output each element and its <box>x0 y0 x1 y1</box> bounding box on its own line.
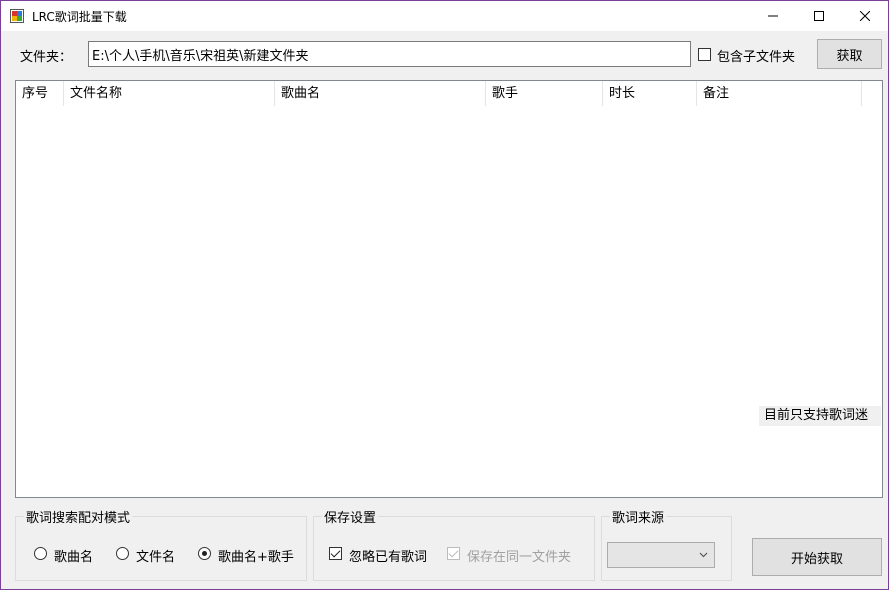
column-header-song[interactable]: 歌曲名 <box>275 81 486 106</box>
title-bar: LRC歌词批量下载 <box>1 1 888 31</box>
main-window: LRC歌词批量下载 文件夹： 包含子文件夹 获取 序号 文件名称 歌曲名 歌手 … <box>0 0 889 590</box>
maximize-button[interactable] <box>796 1 842 31</box>
column-header-duration[interactable]: 时长 <box>603 81 697 106</box>
folder-path-input[interactable] <box>88 41 691 67</box>
ignore-existing-checkbox[interactable] <box>329 547 342 560</box>
window-title: LRC歌词批量下载 <box>32 10 127 24</box>
app-icon <box>10 9 24 23</box>
close-icon <box>860 11 870 21</box>
save-settings-title: 保存设置 <box>322 507 379 526</box>
same-folder-checkbox[interactable] <box>447 547 460 560</box>
lyric-source-title: 歌词来源 <box>610 507 667 526</box>
same-folder-label: 保存在同一文件夹 <box>467 550 572 565</box>
minimize-button[interactable] <box>750 1 796 31</box>
maximize-icon <box>814 11 824 21</box>
radio-song-artist[interactable] <box>198 547 211 560</box>
close-button[interactable] <box>842 1 888 31</box>
radio-file-name[interactable] <box>116 547 129 560</box>
start-fetch-button[interactable]: 开始获取 <box>752 538 882 576</box>
folder-label: 文件夹： <box>20 50 73 65</box>
include-subfolders-checkbox[interactable] <box>698 48 711 61</box>
radio-song-name[interactable] <box>34 547 47 560</box>
minimize-icon <box>768 15 778 17</box>
column-header-filename[interactable]: 文件名称 <box>64 81 275 106</box>
file-list[interactable]: 序号 文件名称 歌曲名 歌手 时长 备注 <box>15 80 883 498</box>
column-header-note[interactable]: 备注 <box>697 81 862 106</box>
radio-song-artist-label: 歌曲名+歌手 <box>218 550 294 565</box>
lyric-source-select[interactable] <box>607 542 715 568</box>
fetch-button[interactable]: 获取 <box>817 39 882 69</box>
source-hint-label: 目前只支持歌词迷 <box>759 406 881 426</box>
chevron-down-icon <box>699 552 708 558</box>
radio-song-name-label: 歌曲名 <box>54 550 94 565</box>
column-header-artist[interactable]: 歌手 <box>486 81 603 106</box>
include-subfolders-label: 包含子文件夹 <box>717 50 796 65</box>
radio-file-name-label: 文件名 <box>136 550 176 565</box>
column-header-index[interactable]: 序号 <box>16 81 64 106</box>
ignore-existing-label: 忽略已有歌词 <box>349 550 428 565</box>
match-mode-title: 歌词搜索配对模式 <box>24 507 133 526</box>
